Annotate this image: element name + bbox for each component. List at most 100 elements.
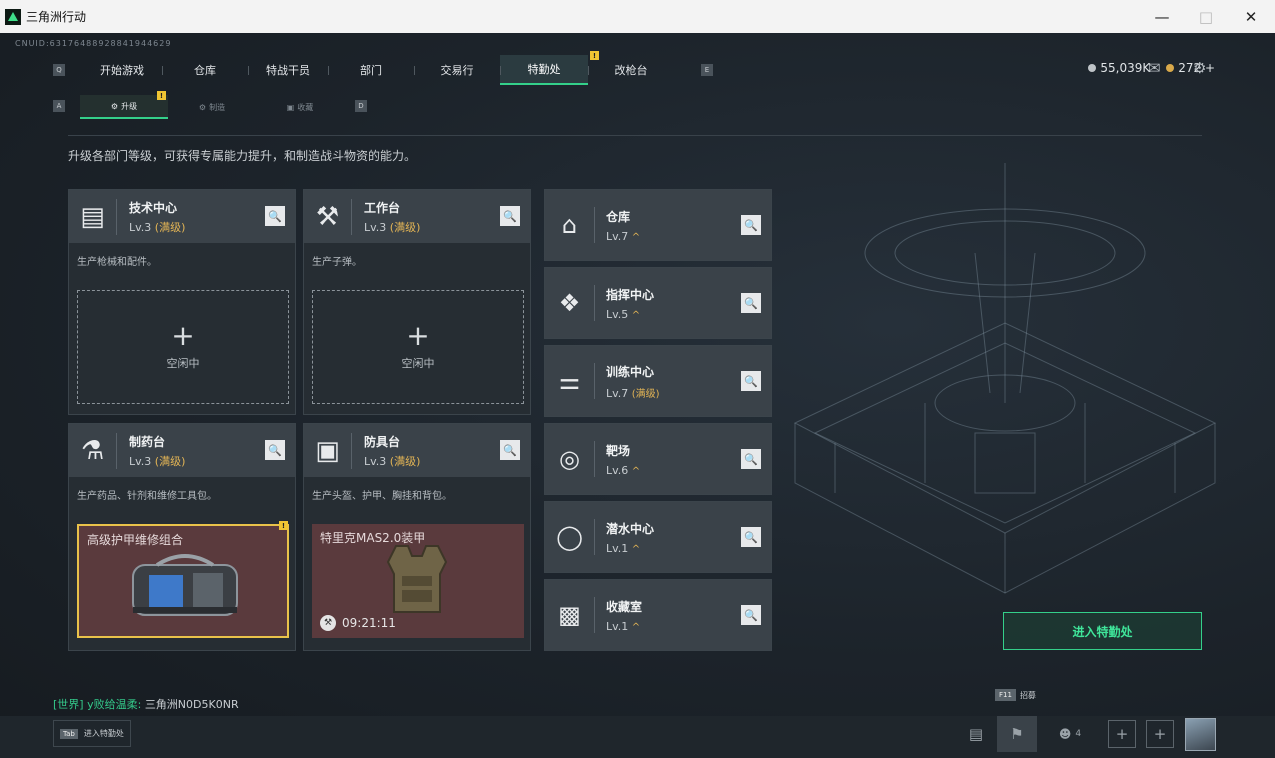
facility-diving-center[interactable]: ◯ 潜水中心 Lv.1 ^ 🔍 <box>544 501 772 573</box>
search-icon[interactable]: 🔍 <box>265 206 285 226</box>
maximize-button[interactable]: □ <box>1183 0 1229 33</box>
add-squad-slot-button-2[interactable]: + <box>1146 720 1174 748</box>
flag-icon[interactable]: ⚑ <box>997 716 1037 752</box>
minimize-button[interactable]: — <box>1139 0 1185 33</box>
computer-icon: ▤ <box>69 198 117 235</box>
cubes-icon: ▣ <box>304 432 352 469</box>
max-level-tag: (满级) <box>631 388 660 400</box>
facility-warehouse[interactable]: ⌂ 仓库 Lv.7 ^ 🔍 <box>544 189 772 261</box>
world-chat[interactable]: [世界] y败给温柔: 三角洲N0D5K0NR <box>53 696 239 712</box>
friends-button[interactable]: ☻ 4 <box>1052 716 1088 752</box>
facility-level: Lv.1 <box>606 619 629 633</box>
facility-training-center[interactable]: ⚌ 训练中心 Lv.7 (满级) 🔍 <box>544 345 772 417</box>
station-workbench[interactable]: ⚒ 工作台 Lv.3 (满级) 🔍 生产子弹。 + 空闲中 <box>303 189 531 415</box>
search-icon[interactable]: 🔍 <box>741 215 761 235</box>
command-center-icon: ❖ <box>545 285 595 321</box>
subtab-craft[interactable]: ⚙ 制造 <box>168 95 256 119</box>
microscope-icon: ⚗ <box>69 432 117 469</box>
friends-count: 4 <box>1075 729 1082 739</box>
craft-slot-selected[interactable]: 高级护甲维修组合 <box>77 524 289 638</box>
main-nav: 开始游戏 仓库 特战干员 部门 交易行 特勤处 改枪台 <box>82 55 674 85</box>
facility-name: 指挥中心 <box>606 287 655 302</box>
facility-level: Lv.1 <box>606 541 629 555</box>
silver-coin-icon <box>1088 64 1097 72</box>
cnuid-label: CNUID:6317648892884194462​9 <box>15 39 172 48</box>
craft-slot[interactable]: 特里克MAS2.0装甲 ⚒ 09:21:11 <box>312 524 524 638</box>
enter-special-ops-button[interactable]: 进入特勤处 <box>1003 612 1202 650</box>
diving-mask-icon: ◯ <box>545 519 595 555</box>
facility-command-center[interactable]: ❖ 指挥中心 Lv.5 ^ 🔍 <box>544 267 772 339</box>
station-level: Lv.3 <box>129 454 152 468</box>
tab-gunsmith[interactable]: 改枪台 <box>588 55 674 85</box>
search-icon[interactable]: 🔍 <box>265 440 285 460</box>
game-viewport: CNUID:6317648892884194462​9 Q 开始游戏 仓库 特战… <box>0 33 1275 758</box>
settings-gear-icon[interactable]: ⚙ <box>1193 59 1206 77</box>
search-icon[interactable]: 🔍 <box>741 527 761 547</box>
search-icon[interactable]: 🔍 <box>741 449 761 469</box>
station-name: 技术中心 <box>129 200 178 215</box>
close-button[interactable]: ✕ <box>1228 0 1274 33</box>
timer-wrench-icon: ⚒ <box>320 615 336 631</box>
upgrade-icon: ⚙ <box>110 101 119 111</box>
facility-level: Lv.7 <box>606 386 629 400</box>
add-squad-slot-button[interactable]: + <box>1108 720 1136 748</box>
subtab-upgrade[interactable]: ⚙ 升级 <box>80 95 168 119</box>
idle-slot[interactable]: + 空闲中 <box>77 290 289 404</box>
station-desc: 生产药品、针剂和维修工具包。 <box>77 491 217 502</box>
station-level: Lv.3 <box>129 220 152 234</box>
armor-vest-icon <box>386 545 448 613</box>
max-level-tag: (满级) <box>154 454 186 468</box>
station-pharmacy[interactable]: ⚗ 制药台 Lv.3 (满级) 🔍 生产药品、针剂和维修工具包。 高级护甲维修组… <box>68 423 296 651</box>
target-icon: ◎ <box>545 441 595 477</box>
station-name: 制药台 <box>129 434 166 449</box>
facility-name: 仓库 <box>606 209 631 224</box>
key-hint-e: E <box>701 64 713 76</box>
search-icon[interactable]: 🔍 <box>741 293 761 313</box>
upgrade-arrow-icon: ^ <box>631 465 641 477</box>
tab-warehouse[interactable]: 仓库 <box>162 55 248 85</box>
search-icon[interactable]: 🔍 <box>500 206 520 226</box>
app-logo-icon <box>5 8 21 25</box>
station-tech-center[interactable]: ▤ 技术中心 Lv.3 (满级) 🔍 生产枪械和配件。 + 空闲中 <box>68 189 296 415</box>
craft-alert-badge: ! <box>279 521 288 530</box>
idle-label: 空闲中 <box>166 357 200 370</box>
tab-hint-button[interactable]: Tab 进入特勤处 <box>53 720 131 747</box>
plus-icon: + <box>406 319 430 352</box>
special-ops-alert-badge: ! <box>590 51 599 60</box>
recruit-label: 招募 <box>1019 690 1036 700</box>
chat-user: y败给温柔: <box>87 698 142 711</box>
gold-coin-icon <box>1166 64 1175 72</box>
plus-icon: + <box>171 319 195 352</box>
facility-collection-room[interactable]: ▩ 收藏室 Lv.1 ^ 🔍 <box>544 579 772 651</box>
tab-hint-label: 进入特勤处 <box>83 729 124 738</box>
window-titlebar: 三角洲行动 — □ ✕ <box>0 0 1275 33</box>
window-title: 三角洲行动 <box>26 10 87 24</box>
facility-level: Lv.5 <box>606 307 629 321</box>
player-avatar[interactable] <box>1185 718 1216 751</box>
station-armor-bench[interactable]: ▣ 防具台 Lv.3 (满级) 🔍 生产头盔、护甲、胸挂和背包。 特里克MAS2… <box>303 423 531 651</box>
mail-icon[interactable]: ✉ <box>1148 59 1161 77</box>
search-icon[interactable]: 🔍 <box>741 605 761 625</box>
tab-operators[interactable]: 特战干员 <box>248 55 328 85</box>
facility-shooting-range[interactable]: ◎ 靶场 Lv.6 ^ 🔍 <box>544 423 772 495</box>
warehouse-icon: ⌂ <box>545 207 595 243</box>
tab-special-ops[interactable]: 特勤处 <box>500 55 588 85</box>
idle-slot[interactable]: + 空闲中 <box>312 290 524 404</box>
dumbbell-icon: ⚌ <box>545 363 595 399</box>
repair-kit-bag-icon <box>132 554 238 616</box>
tab-trade[interactable]: 交易行 <box>414 55 500 85</box>
max-level-tag: (满级) <box>154 220 186 234</box>
search-icon[interactable]: 🔍 <box>500 440 520 460</box>
recruit-hint[interactable]: F11 招募 <box>995 689 1036 701</box>
key-hint-q: Q <box>53 64 65 76</box>
facility-name: 训练中心 <box>606 364 655 379</box>
tab-department[interactable]: 部门 <box>328 55 414 85</box>
chat-message: 三角洲N0D5K0NR <box>144 698 239 711</box>
friends-icon: ☻ <box>1058 727 1072 741</box>
max-level-tag: (满级) <box>389 454 421 468</box>
subtab-collection[interactable]: ▣ 收藏 <box>256 95 344 119</box>
upgrade-arrow-icon: ^ <box>631 309 641 321</box>
search-icon[interactable]: 🔍 <box>741 371 761 391</box>
tab-start-game[interactable]: 开始游戏 <box>82 55 162 85</box>
stats-chart-icon[interactable]: ▤ <box>962 716 990 752</box>
